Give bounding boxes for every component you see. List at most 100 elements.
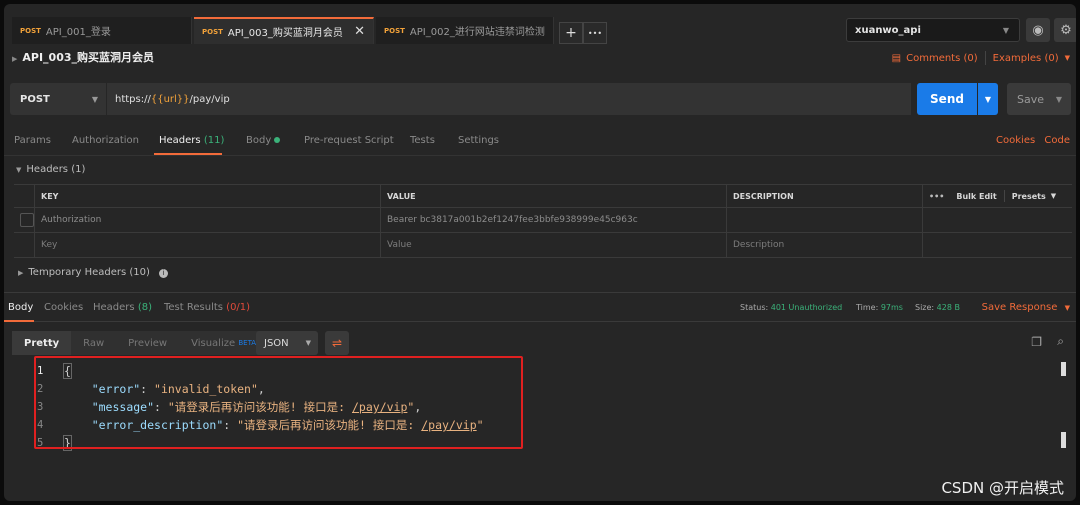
view-raw[interactable]: Raw <box>71 331 117 355</box>
save-response-button[interactable]: Save Response ▼ <box>982 302 1070 313</box>
format-select[interactable]: JSON ▼ <box>256 331 318 355</box>
comments-link[interactable]: Comments (0) <box>906 53 978 64</box>
view-visualize[interactable]: Visualize BETA <box>179 331 269 355</box>
tab-api-003[interactable]: POST API_003_购买蓝洞月会员 ✕ <box>194 17 374 44</box>
examples-link[interactable]: Examples (0) <box>993 53 1059 64</box>
send-dropdown-icon[interactable]: ▼ <box>978 83 998 115</box>
response-headers-label: Headers <box>93 302 135 313</box>
json-key: "error_description" <box>91 418 224 432</box>
visualize-label: Visualize <box>191 337 236 349</box>
headers-section-toggle[interactable]: ▼ Headers (1) <box>16 164 85 175</box>
column-key: KEY <box>34 185 380 207</box>
line-number: 3 <box>37 401 44 413</box>
table-row: Authorization Bearer bc3817a001b2ef1247f… <box>14 208 1072 233</box>
send-button[interactable]: Send <box>917 83 977 115</box>
line-number: 5 <box>37 437 44 449</box>
description-placeholder-input[interactable]: Description <box>726 233 922 257</box>
tab-tests[interactable]: Tests <box>410 135 435 146</box>
line-number: 4 <box>37 419 44 431</box>
scrollbar-marker[interactable] <box>1061 362 1066 376</box>
method-select[interactable]: POST ▼ <box>10 83 106 115</box>
url-prefix: https:// <box>115 93 151 105</box>
row-action-cell <box>922 208 1072 232</box>
tab-response-headers[interactable]: Headers (8) <box>93 302 152 313</box>
test-results-count: (0/1) <box>226 302 251 313</box>
response-tabs: Body Cookies Headers (8) Test Results (0… <box>4 292 1076 322</box>
value-placeholder-input[interactable]: Value <box>380 233 726 257</box>
copy-icon[interactable]: ❐ <box>1031 335 1042 349</box>
request-subtabs: Params Authorization Headers (11) Body P… <box>4 126 1076 156</box>
cookies-link[interactable]: Cookies <box>996 135 1035 146</box>
column-description: DESCRIPTION <box>726 185 922 207</box>
view-preview[interactable]: Preview <box>116 331 180 355</box>
response-view-tabs: Pretty Raw Preview Visualize BETA <box>12 331 269 355</box>
header-description-input[interactable] <box>726 208 922 232</box>
tab-label: API_001_登录 <box>45 27 111 38</box>
chevron-down-icon: ▼ <box>1064 304 1070 312</box>
table-row-placeholder: Key Value Description <box>14 233 1072 258</box>
view-pretty[interactable]: Pretty <box>12 331 72 355</box>
tab-api-002[interactable]: POST API_002_进行网站违禁词检测 <box>376 17 554 44</box>
json-value-end: " <box>407 400 415 414</box>
code-line: 3 "message": "请登录后再访问该功能! 接口是: /pay/vip"… <box>4 398 1076 416</box>
caret-down-icon: ▼ <box>16 166 22 174</box>
headers-count: (11) <box>203 135 225 146</box>
json-link[interactable]: /pay/vip <box>421 418 476 432</box>
tab-prerequest-script[interactable]: Pre-request Script <box>304 135 394 146</box>
url-input[interactable]: https://{{url}}/pay/vip <box>106 83 911 115</box>
code-text: { <box>63 362 72 380</box>
json-value: "请登录后再访问该功能! 接口是: <box>167 400 352 414</box>
json-link[interactable]: /pay/vip <box>352 400 407 414</box>
title-links: ▤ Comments (0) Examples (0) ▼ <box>892 51 1070 65</box>
code-link[interactable]: Code <box>1044 135 1070 146</box>
response-body-code[interactable]: 1 { 2 "error": "invalid_token", 3 "messa… <box>4 362 1076 452</box>
time-info: Time: 97ms <box>856 303 903 312</box>
size-info: Size: 428 B <box>915 303 960 312</box>
tab-body[interactable]: Body <box>246 135 281 146</box>
presets-link[interactable]: Presets <box>1012 192 1046 201</box>
save-button[interactable]: Save ▼ <box>1007 83 1071 115</box>
add-tab-button[interactable]: + <box>559 22 583 44</box>
status-value[interactable]: 401 Unauthorized <box>771 303 843 312</box>
tab-body-label: Body <box>246 135 272 146</box>
environment-select[interactable]: xuanwo_api ▼ <box>846 18 1020 42</box>
chevron-down-icon[interactable]: ▼ <box>1051 192 1056 200</box>
key-placeholder-input[interactable]: Key <box>34 233 380 257</box>
chevron-down-icon: ▼ <box>1002 26 1009 35</box>
row-checkbox[interactable] <box>20 213 34 227</box>
chevron-down-icon[interactable]: ▼ <box>1065 54 1070 62</box>
postman-window: POST API_001_登录 POST API_003_购买蓝洞月会员 ✕ P… <box>4 4 1076 501</box>
code-line: 2 "error": "invalid_token", <box>4 380 1076 398</box>
scrollbar-marker[interactable] <box>1061 432 1066 448</box>
json-value: "invalid_token" <box>154 382 258 396</box>
tab-settings[interactable]: Settings <box>458 135 499 146</box>
tab-params[interactable]: Params <box>14 135 51 146</box>
close-icon[interactable]: ✕ <box>354 24 365 39</box>
header-value-input[interactable]: Bearer bc3817a001b2ef1247fee3bbfe938999e… <box>380 208 726 232</box>
table-header-row: KEY VALUE DESCRIPTION ••• Bulk Edit Pres… <box>14 184 1072 208</box>
tab-test-results[interactable]: Test Results (0/1) <box>164 302 250 313</box>
tab-headers-label: Headers <box>159 135 201 146</box>
more-icon[interactable]: ••• <box>929 192 944 201</box>
bulk-edit-link[interactable]: Bulk Edit <box>956 192 996 201</box>
watermark-text: CSDN @开启模式 <box>941 479 1064 497</box>
chevron-down-icon: ▼ <box>305 339 311 347</box>
tab-response-cookies[interactable]: Cookies <box>44 302 83 313</box>
caret-right-icon[interactable]: ▶ <box>12 55 17 63</box>
eye-icon[interactable]: ◉ <box>1026 18 1050 42</box>
header-key-input[interactable]: Authorization <box>34 208 380 232</box>
info-icon[interactable]: i <box>159 269 169 278</box>
wrap-lines-icon[interactable]: ⇌ <box>325 331 349 355</box>
tab-authorization[interactable]: Authorization <box>72 135 139 146</box>
temporary-headers-toggle[interactable]: ▶ Temporary Headers (10) i <box>18 267 169 278</box>
line-number: 1 <box>37 365 44 377</box>
time-value[interactable]: 97ms <box>881 303 903 312</box>
tab-api-001[interactable]: POST API_001_登录 <box>12 17 192 44</box>
search-icon[interactable]: ⌕ <box>1057 334 1064 349</box>
tab-response-body[interactable]: Body <box>8 302 33 313</box>
tab-more-button[interactable]: ••• <box>583 22 607 44</box>
gear-icon[interactable]: ⚙ <box>1054 18 1076 42</box>
json-value: "请登录后再访问该功能! 接口是: <box>237 418 422 432</box>
tab-headers[interactable]: Headers (11) <box>159 135 224 146</box>
size-value[interactable]: 428 B <box>937 303 960 312</box>
